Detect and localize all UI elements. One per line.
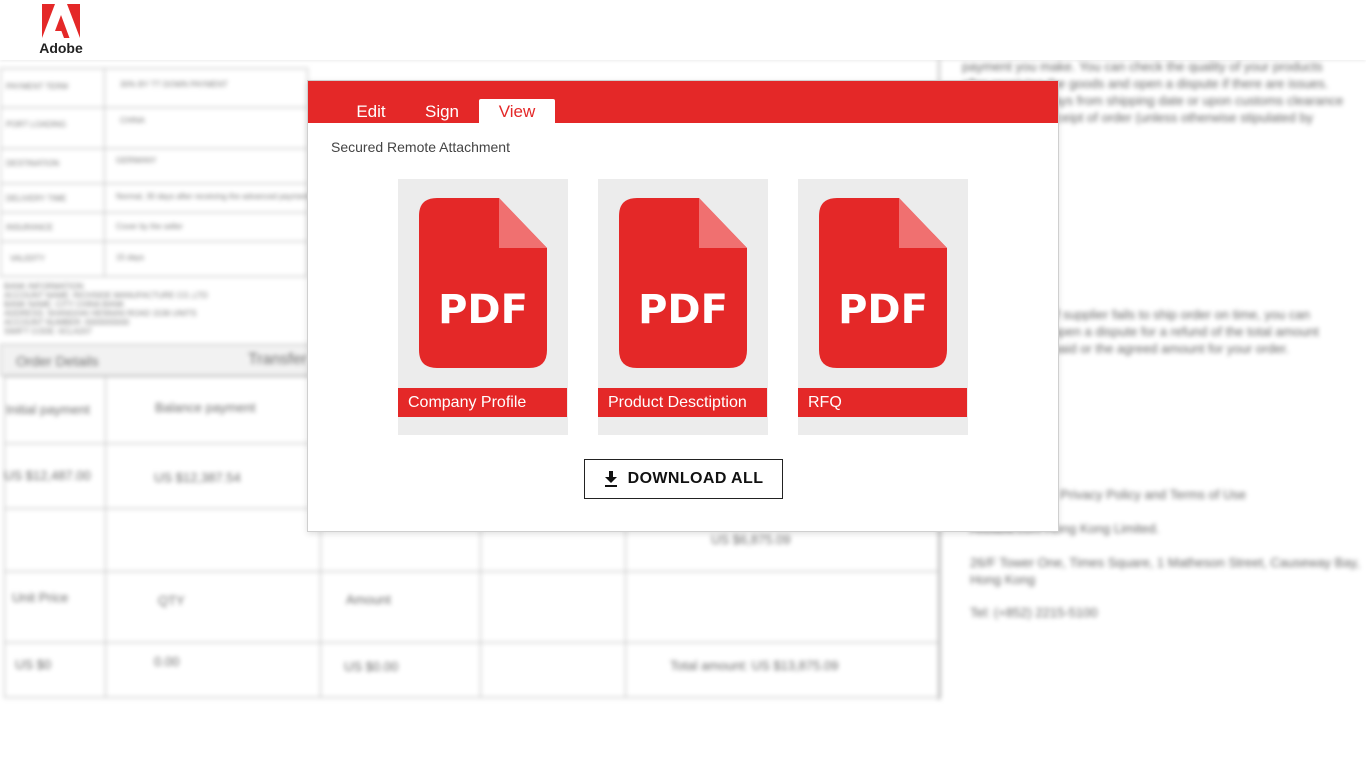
- bg-row-label: PORT LOADING: [6, 120, 67, 129]
- file-name[interactable]: Company Profile: [398, 388, 567, 417]
- adobe-logo-icon: [42, 4, 80, 38]
- file-name[interactable]: RFQ: [798, 388, 967, 417]
- bg-qty: QTY: [158, 593, 185, 608]
- bg-row-label: VALIDITY: [10, 254, 45, 263]
- bg-transfer: Transfer: [248, 351, 307, 368]
- bg-right-tel: Tel: (+852) 2215-5100: [970, 605, 1098, 620]
- pdf-icon-text: PDF: [638, 287, 728, 333]
- file-card-company-profile[interactable]: PDF Company Profile: [398, 179, 568, 435]
- file-name[interactable]: Product Desctiption: [598, 388, 767, 417]
- bg-amount-value: US $0.00: [344, 659, 399, 674]
- tab-edit[interactable]: Edit: [342, 99, 400, 123]
- bg-qty-value: 0.00: [154, 654, 180, 669]
- bg-right-policy: Privacy Policy and Terms of Use: [1060, 487, 1247, 502]
- download-all-label: DOWNLOAD ALL: [627, 470, 764, 487]
- download-all-button[interactable]: DOWNLOAD ALL: [584, 459, 783, 499]
- bg-unit-price: Unit Price: [12, 590, 69, 605]
- bg-order-details: Order Details: [16, 353, 99, 369]
- bg-amount: Amount: [346, 592, 391, 607]
- logo-text: Adobe: [39, 40, 83, 56]
- header-bar: Adobe: [0, 0, 1366, 60]
- dialog-tab-bar: Edit Sign View: [308, 81, 1058, 123]
- bg-row-value: 30% BY TT DOWN PAYMENT: [120, 80, 228, 89]
- pdf-icon-text: PDF: [838, 287, 928, 333]
- file-card-rfq[interactable]: PDF RFQ: [798, 179, 968, 435]
- attachment-dialog: Edit Sign View Secured Remote Attachment…: [307, 80, 1059, 532]
- bg-row-value: CHINA: [120, 116, 145, 125]
- tab-view[interactable]: View: [479, 99, 555, 123]
- bg-row-value: GERMANY: [116, 156, 157, 165]
- pdf-file-icon: PDF: [419, 198, 547, 368]
- bg-row-value: Normal, 30 days after receiving the adva…: [116, 192, 310, 201]
- file-card-product-description[interactable]: PDF Product Desctiption: [598, 179, 768, 435]
- bg-row-label: PAYMENT TERM: [6, 82, 69, 91]
- download-icon: [604, 471, 617, 487]
- pdf-icon-text: PDF: [438, 287, 528, 333]
- pdf-file-icon: PDF: [819, 198, 947, 368]
- bg-total: Total amount: US $13,875.09: [670, 658, 839, 673]
- attachment-title: Secured Remote Attachment: [331, 139, 510, 155]
- bg-row-value: 15 days: [116, 253, 145, 262]
- bg-bank-info: BANK INFORMATION ACCOUNT NAME: RICHSIDE …: [4, 282, 208, 336]
- bg-right-paragraph: If supplier fails to ship order on time,…: [1052, 307, 1319, 356]
- bg-row-value: Cover by the seller: [116, 222, 183, 231]
- bg-right-address: 26/F Tower One, Times Square, 1 Matheson…: [970, 555, 1360, 587]
- bg-unit-value: US $0: [15, 657, 52, 672]
- tab-sign[interactable]: Sign: [414, 99, 470, 123]
- bg-row-label: DELIVERY TIME: [6, 194, 67, 203]
- bg-balance-payment: Balance payment: [155, 400, 256, 415]
- pdf-file-icon: PDF: [619, 198, 747, 368]
- bg-initial-payment: Initial payment: [6, 402, 90, 417]
- adobe-logo: Adobe: [38, 4, 84, 56]
- bg-balance-value: US $12,387.54: [154, 470, 241, 485]
- bg-mid-value: US $6,875.09: [711, 532, 791, 547]
- bg-row-label: DESTINATION: [6, 159, 60, 168]
- bg-initial-value: US $12,487.00: [4, 468, 91, 483]
- bg-row-label: INSURANCE: [6, 223, 54, 232]
